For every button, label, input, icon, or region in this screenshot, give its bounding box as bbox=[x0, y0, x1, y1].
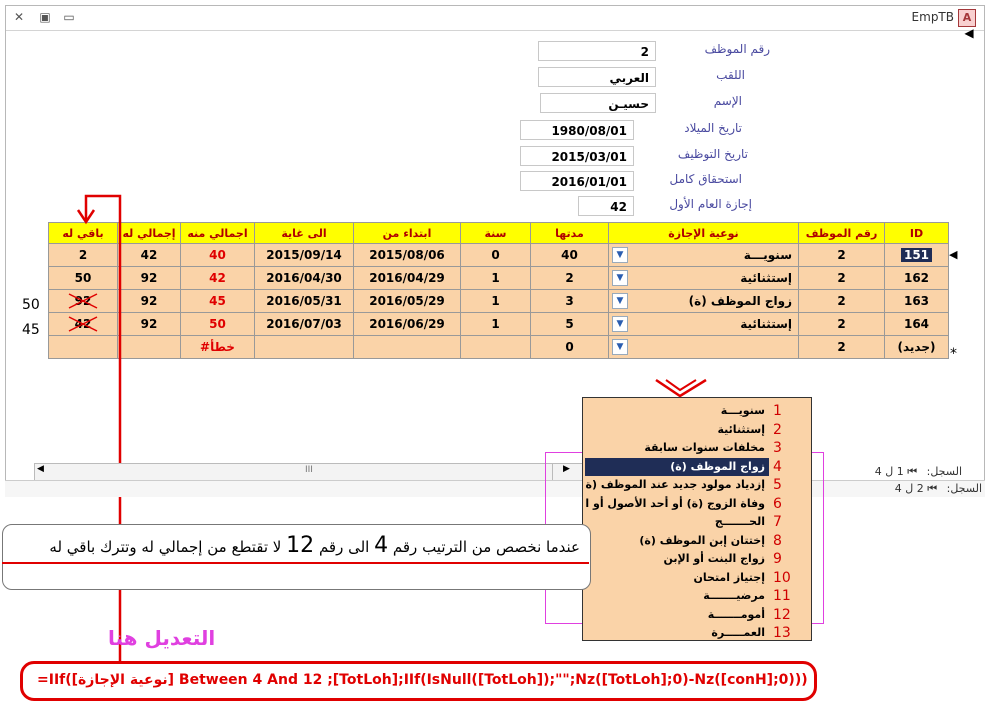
dropdown-option[interactable]: زواج البنت أو الإبن bbox=[585, 550, 769, 568]
dropdown-option[interactable]: الحـــــــج bbox=[585, 513, 769, 531]
note-underline bbox=[2, 562, 589, 564]
record-counter[interactable]: 1 ل 4 bbox=[875, 465, 904, 478]
scroll-thumb[interactable]: III bbox=[305, 465, 313, 475]
note-part-1: عندما نخصص من الترتيب رقم bbox=[392, 538, 580, 556]
dropdown-option-number: 5 bbox=[773, 477, 782, 493]
dropdown-option-number: 1 bbox=[773, 403, 782, 419]
dropdown-option[interactable]: العمـــــرة bbox=[585, 624, 769, 642]
dropdown-option-number: 8 bbox=[773, 532, 782, 549]
record-label: السجل: bbox=[946, 482, 982, 495]
note-text: عندما نخصص من الترتيب رقم 4 الى رقم 12 ل… bbox=[49, 533, 580, 558]
explanation-note: عندما نخصص من الترتيب رقم 4 الى رقم 12 ل… bbox=[2, 524, 591, 590]
formula-box: =IIf([نوعية الإجازة] Between 4 And 12 ;[… bbox=[20, 661, 817, 701]
dropdown-option-number: 10 bbox=[773, 569, 791, 586]
record-label: السجل: bbox=[926, 465, 962, 478]
record-navigator-outer: السجل: ⏮ 2 ل 4 bbox=[812, 482, 982, 496]
dropdown-option-number: 4 bbox=[773, 458, 782, 475]
horizontal-scrollbar[interactable]: ◀ III bbox=[34, 463, 576, 481]
note-part-2: الى رقم bbox=[318, 538, 370, 556]
leave-type-dropdown-list[interactable]: سنويـــة 1 إستثنائية 2 مخلفات سنوات سابقة 3 زو… bbox=[582, 397, 812, 641]
first-record-icon[interactable]: ⏮ bbox=[927, 482, 937, 495]
dropdown-option-number: 3 bbox=[773, 440, 782, 456]
annotation-arrows bbox=[76, 194, 707, 664]
dropdown-option[interactable]: أمومـــــــة bbox=[585, 606, 769, 624]
dropdown-option[interactable]: وفاة الزوج (ة) أو أحد الأصول أو الف bbox=[585, 495, 769, 513]
dropdown-option[interactable]: سنويـــة bbox=[585, 402, 769, 420]
scroll-left-icon[interactable]: ◀ bbox=[37, 464, 44, 474]
dropdown-option-number: 7 bbox=[773, 514, 782, 530]
first-record-icon[interactable]: ⏮ bbox=[907, 465, 917, 478]
note-number-4: 4 bbox=[374, 533, 389, 558]
note-number-12: 12 bbox=[286, 533, 315, 558]
dropdown-option-number: 12 bbox=[773, 606, 791, 623]
dropdown-option[interactable]: إختتان إبن الموظف (ة) bbox=[585, 532, 769, 550]
edit-here-label: التعديل هنا bbox=[108, 626, 216, 650]
dropdown-option-number: 2 bbox=[773, 421, 782, 438]
dropdown-option[interactable]: إزدياد مولود جديد عند الموظف (ة) bbox=[585, 476, 769, 494]
dropdown-option-number: 6 bbox=[773, 495, 782, 512]
dropdown-option[interactable]: مخلفات سنوات سابقة bbox=[585, 439, 769, 457]
note-part-3: لا تقتطع من إجمالي له وتترك باقي له bbox=[49, 538, 282, 556]
dropdown-option-number: 9 bbox=[773, 551, 782, 567]
formula-text: =IIf([نوعية الإجازة] Between 4 And 12 ;[… bbox=[37, 672, 808, 688]
dropdown-option[interactable]: زواج الموظف (ة) bbox=[585, 457, 769, 476]
dropdown-option-number: 11 bbox=[773, 588, 791, 604]
dropdown-option[interactable]: إجتياز امتحان bbox=[585, 569, 769, 587]
dropdown-option-number: 13 bbox=[773, 625, 791, 641]
record-counter[interactable]: 2 ل 4 bbox=[895, 482, 924, 495]
dropdown-option[interactable]: مرضيـــــــة bbox=[585, 587, 769, 605]
record-navigator-inner: السجل: ⏮ 1 ل 4 bbox=[812, 465, 962, 479]
dropdown-option[interactable]: إستثنائية bbox=[585, 421, 769, 439]
